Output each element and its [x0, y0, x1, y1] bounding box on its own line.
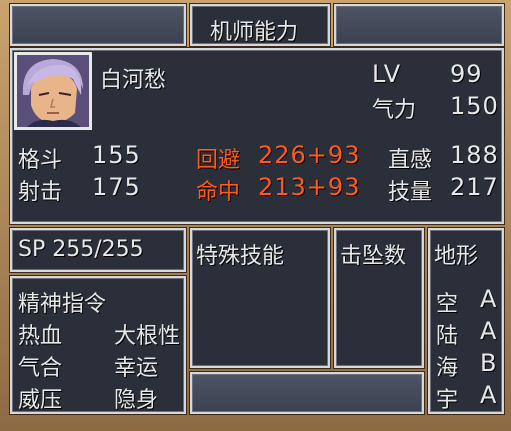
skill-label: 技量	[388, 180, 433, 205]
header-left-blank	[10, 4, 186, 46]
kills-panel: 击坠数	[334, 228, 424, 368]
pilot-name: 白河愁	[100, 68, 167, 93]
spirit-command-6[interactable]: 隐身	[114, 382, 158, 414]
sp-value: SP 255/255	[18, 237, 144, 262]
header-right-blank	[334, 4, 504, 46]
terrain-type-land: 陆	[436, 324, 459, 349]
special-skills-bottom-blank	[190, 372, 424, 414]
intuition-label: 直感	[388, 148, 433, 173]
spirit-title: 精神指令	[18, 292, 107, 317]
pilot-portrait	[14, 52, 92, 130]
will-label: 气力	[372, 98, 417, 123]
will-value: 150	[450, 92, 499, 120]
pilot-portrait-image	[17, 55, 89, 127]
header-title-panel: 机师能力	[190, 4, 330, 46]
spirit-command-2[interactable]: 大根性	[114, 318, 180, 350]
spirit-command-5[interactable]: 威压	[18, 382, 62, 414]
terrain-type-sea: 海	[436, 356, 459, 381]
melee-value: 155	[92, 141, 141, 169]
spirit-command-1[interactable]: 热血	[18, 318, 62, 350]
terrain-type-universe: 宇	[436, 388, 459, 413]
sp-panel: SP 255/255	[10, 228, 186, 272]
lv-value: 99	[450, 60, 483, 88]
terrain-grade-space: A	[480, 285, 498, 313]
shoot-label: 射击	[18, 180, 63, 205]
lv-label: LV	[372, 60, 402, 88]
hit-label: 命中	[196, 180, 241, 205]
terrain-grade-land: A	[480, 317, 498, 345]
intuition-value: 188	[450, 141, 499, 169]
terrain-title: 地形	[434, 244, 479, 269]
special-skills-panel: 特殊技能	[190, 228, 330, 368]
evade-value: 226+93	[258, 141, 361, 169]
kills-title: 击坠数	[340, 244, 407, 269]
spirit-command-3[interactable]: 气合	[18, 350, 62, 382]
hit-value: 213+93	[258, 173, 361, 201]
skill-value: 217	[450, 173, 499, 201]
evade-label: 回避	[196, 148, 241, 173]
shoot-value: 175	[92, 173, 141, 201]
terrain-grade-sea: B	[480, 349, 498, 377]
spirit-command-4[interactable]: 幸运	[114, 350, 158, 382]
terrain-type-space: 空	[436, 292, 459, 317]
terrain-grade-universe: A	[480, 381, 498, 409]
page-title: 机师能力	[210, 20, 299, 45]
melee-label: 格斗	[18, 148, 63, 173]
special-skills-title: 特殊技能	[196, 244, 285, 269]
